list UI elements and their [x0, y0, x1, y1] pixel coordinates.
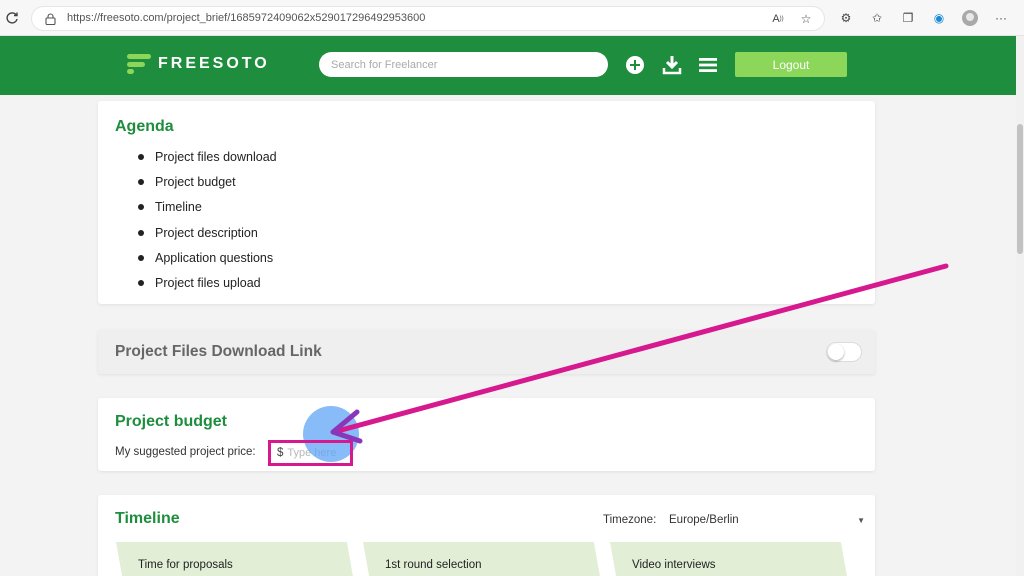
timeline-step: Video interviews [610, 542, 848, 576]
agenda-item: Application questions [138, 250, 277, 275]
suggested-price-label: My suggested project price: [115, 446, 256, 458]
download-link-toggle[interactable] [826, 342, 862, 362]
timeline-step-label: 1st round selection [385, 559, 482, 571]
timeline-step-label: Video interviews [632, 559, 716, 571]
lock-icon [45, 13, 56, 25]
timezone-value: Europe/Berlin [669, 514, 739, 526]
timeline-card: Timeline Timezone: Europe/Berlin ▼ Time … [98, 495, 875, 576]
agenda-title: Agenda [115, 118, 174, 135]
address-bar[interactable]: https://freesoto.com/project_brief/16859… [31, 6, 825, 31]
favorites-icon[interactable]: ✩ [869, 10, 885, 26]
site-header: FREESOTO Logout [0, 36, 1016, 95]
chevron-down-icon: ▼ [857, 515, 865, 525]
agenda-item: Timeline [138, 199, 277, 224]
hamburger-menu-icon[interactable] [698, 55, 718, 75]
toggle-knob [828, 344, 844, 360]
timezone-label: Timezone: [603, 514, 657, 526]
annotation-highlight-box [268, 440, 353, 466]
favorite-star-icon[interactable]: ☆ [798, 11, 814, 27]
agenda-item: Project description [138, 225, 277, 250]
add-circle-icon[interactable] [625, 55, 645, 75]
freesoto-logo[interactable]: FREESOTO [127, 54, 270, 74]
agenda-item: Project budget [138, 174, 277, 199]
collections-icon[interactable]: ❐ [900, 10, 916, 26]
download-link-title: Project Files Download Link [115, 343, 322, 360]
budget-title: Project budget [115, 413, 228, 430]
timezone-select[interactable]: Europe/Berlin ▼ [669, 511, 865, 529]
logo-mark-icon [127, 54, 151, 74]
timeline-step: 1st round selection [363, 542, 601, 576]
page-scrollbar[interactable] [1016, 36, 1024, 576]
freelancer-search-input[interactable] [319, 52, 608, 77]
url-text[interactable]: https://freesoto.com/project_brief/16859… [67, 12, 425, 24]
logo-text: FREESOTO [158, 55, 270, 72]
project-budget-card: Project budget My suggested project pric… [98, 398, 875, 471]
edge-icon[interactable]: ◉ [931, 10, 947, 26]
browser-toolbar: https://freesoto.com/project_brief/16859… [0, 0, 1024, 36]
read-aloud-icon[interactable]: A)) [770, 11, 786, 27]
download-icon[interactable] [662, 55, 682, 75]
extensions-icon[interactable]: ⚙ [838, 10, 854, 26]
timeline-title: Timeline [115, 510, 180, 527]
agenda-item: Project files upload [138, 275, 277, 300]
more-options-icon[interactable]: ··· [993, 10, 1009, 26]
scrollbar-thumb[interactable] [1017, 124, 1023, 254]
agenda-card: Agenda Project files download Project bu… [98, 101, 875, 304]
timeline-step-label: Time for proposals [138, 559, 233, 571]
agenda-list: Project files download Project budget Ti… [138, 149, 277, 300]
agenda-item: Project files download [138, 149, 277, 174]
logout-button[interactable]: Logout [735, 52, 847, 77]
profile-avatar[interactable] [962, 10, 978, 26]
timeline-step: Time for proposals [116, 542, 354, 576]
download-link-card: Project Files Download Link [98, 330, 875, 374]
reload-icon[interactable] [5, 11, 19, 25]
